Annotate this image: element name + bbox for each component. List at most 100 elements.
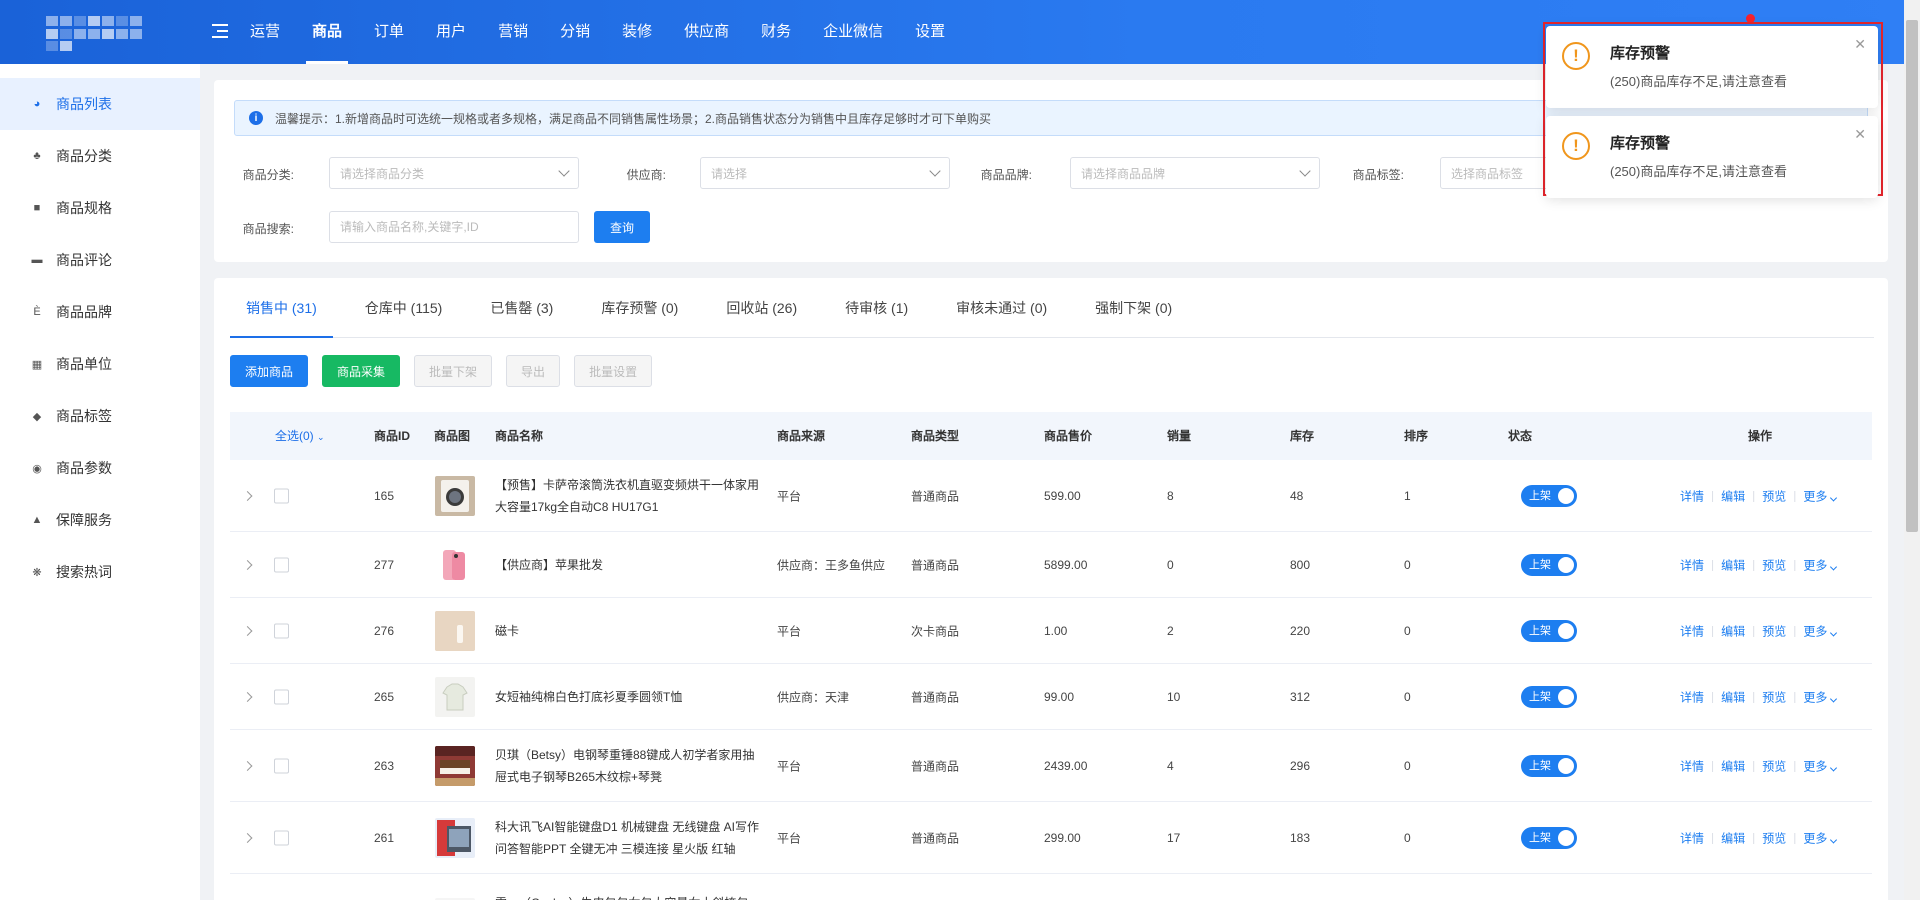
more-dropdown[interactable]: 更多	[1803, 556, 1838, 573]
sidebar-item[interactable]: ■ 商品规格	[0, 182, 200, 234]
row-checkbox[interactable]	[274, 488, 289, 503]
preview-link[interactable]: 预览	[1762, 622, 1786, 639]
more-dropdown[interactable]: 更多	[1803, 829, 1838, 846]
edit-link[interactable]: 编辑	[1721, 487, 1745, 504]
expand-row-icon[interactable]	[242, 691, 253, 702]
edit-link[interactable]: 编辑	[1721, 556, 1745, 573]
row-checkbox[interactable]	[274, 623, 289, 638]
status-toggle[interactable]: 上架	[1521, 553, 1577, 576]
query-button[interactable]: 查询	[594, 211, 650, 243]
batch-settings-button[interactable]: 批量设置	[574, 355, 653, 387]
row-checkbox[interactable]	[274, 830, 289, 845]
product-price: 99.00	[1044, 689, 1075, 704]
stock-warning-notification[interactable]: ! 库存预警 (250)商品库存不足,请注意查看 ✕	[1546, 26, 1878, 108]
topnav-item[interactable]: 企业微信	[823, 0, 899, 64]
collect-product-button[interactable]: 商品采集	[322, 355, 401, 387]
expand-row-icon[interactable]	[242, 625, 253, 636]
more-dropdown[interactable]: 更多	[1803, 757, 1838, 774]
sidebar-item[interactable]: ◕ 商品列表	[0, 78, 200, 130]
sidebar-item[interactable]: ◆ 商品标签	[0, 390, 200, 442]
sidebar-item[interactable]: Ѐ 商品品牌	[0, 286, 200, 338]
edit-link[interactable]: 编辑	[1721, 688, 1745, 705]
batch-off-shelf-button[interactable]: 批量下架	[414, 355, 493, 387]
status-toggle[interactable]: 上架	[1521, 826, 1577, 849]
status-tab[interactable]: 待审核 (1)	[829, 278, 924, 337]
topnav-item[interactable]: 用户	[436, 0, 482, 64]
sidebar-item[interactable]: ◉ 商品参数	[0, 442, 200, 494]
status-toggle[interactable]: 上架	[1521, 685, 1577, 708]
table-row[interactable]: 雪一（Cooles）牛皮包包女包大容量女士斜挎包	[230, 874, 1872, 900]
topnav-item[interactable]: 运营	[250, 0, 296, 64]
topnav-item[interactable]: 商品	[306, 0, 358, 64]
preview-link[interactable]: 预览	[1762, 829, 1786, 846]
select-all-dropdown[interactable]: 全选(0) ⌄	[275, 412, 325, 461]
close-icon[interactable]: ✕	[1854, 36, 1866, 53]
status-tab[interactable]: 销售中 (31)	[230, 278, 333, 338]
sidebar-item[interactable]: ▬ 商品评论	[0, 234, 200, 286]
edit-link[interactable]: 编辑	[1721, 829, 1745, 846]
detail-link[interactable]: 详情	[1680, 556, 1704, 573]
status-tab[interactable]: 仓库中 (115)	[349, 278, 459, 337]
edit-link[interactable]: 编辑	[1721, 757, 1745, 774]
topnav-item[interactable]: 装修	[622, 0, 668, 64]
page-scrollbar-thumb[interactable]	[1906, 20, 1918, 532]
topnav-item[interactable]: 分销	[560, 0, 606, 64]
edit-link[interactable]: 编辑	[1721, 622, 1745, 639]
table-row[interactable]: 261 科大讯飞AI智能键盘D1 机械键盘 无线键盘 AI写作 问答智能PPT 全…	[230, 802, 1872, 874]
topnav-item[interactable]: 财务	[761, 0, 807, 64]
more-dropdown[interactable]: 更多	[1803, 487, 1838, 504]
sidebar-item[interactable]: ▲ 保障服务	[0, 494, 200, 546]
more-dropdown[interactable]: 更多	[1803, 622, 1838, 639]
search-input[interactable]	[329, 211, 579, 243]
brand-logo[interactable]	[46, 16, 150, 52]
row-checkbox[interactable]	[274, 557, 289, 572]
divider: |	[1752, 557, 1756, 572]
sidebar-item[interactable]: ▦ 商品单位	[0, 338, 200, 390]
stock-warning-notification[interactable]: ! 库存预警 (250)商品库存不足,请注意查看 ✕	[1546, 116, 1878, 198]
expand-row-icon[interactable]	[242, 490, 253, 501]
export-button[interactable]: 导出	[506, 355, 561, 387]
expand-row-icon[interactable]	[242, 832, 253, 843]
topnav-item[interactable]: 设置	[915, 0, 961, 64]
add-product-button[interactable]: 添加商品	[230, 355, 309, 387]
expand-row-icon[interactable]	[242, 559, 253, 570]
header-source: 商品来源	[777, 429, 826, 443]
status-tab[interactable]: 审核未通过 (0)	[940, 278, 1063, 337]
sidebar-item[interactable]: ❋ 搜索热词	[0, 546, 200, 598]
table-row[interactable]: 276 磁卡 平台 次卡商品 1.00 2 220 0 上架 详情 | 编辑 | 预览 | 更多	[230, 598, 1872, 664]
table-row[interactable]: 263 贝琪（Betsy）电钢琴重锤88键成人初学者家用抽屉式电子钢琴B265木纹…	[230, 730, 1872, 802]
status-tab[interactable]: 回收站 (26)	[710, 278, 813, 337]
table-row[interactable]: 165 【预售】卡萨帝滚筒洗衣机直驱变频烘干一体家用大容量17kg全自动C8 HU…	[230, 460, 1872, 532]
close-icon[interactable]: ✕	[1854, 126, 1866, 143]
status-tab[interactable]: 库存预警 (0)	[585, 278, 694, 337]
topnav-item[interactable]: 供应商	[684, 0, 745, 64]
status-toggle[interactable]: 上架	[1521, 484, 1577, 507]
preview-link[interactable]: 预览	[1762, 757, 1786, 774]
sidebar-item[interactable]: ♣ 商品分类	[0, 130, 200, 182]
status-toggle[interactable]: 上架	[1521, 754, 1577, 777]
more-dropdown[interactable]: 更多	[1803, 688, 1838, 705]
row-checkbox[interactable]	[274, 758, 289, 773]
detail-link[interactable]: 详情	[1680, 688, 1704, 705]
table-row[interactable]: 265 女短袖纯棉白色打底衫夏季圆领T恤 供应商：天津 普通商品 99.00 10 312 0…	[230, 664, 1872, 730]
status-tab[interactable]: 强制下架 (0)	[1079, 278, 1188, 337]
detail-link[interactable]: 详情	[1680, 487, 1704, 504]
preview-link[interactable]: 预览	[1762, 487, 1786, 504]
detail-link[interactable]: 详情	[1680, 829, 1704, 846]
status-tab[interactable]: 已售罄 (3)	[474, 278, 569, 337]
row-checkbox[interactable]	[274, 689, 289, 704]
table-row[interactable]: 277 【供应商】苹果批发 供应商：王多鱼供应 普通商品 5899.00 0 800 0 上架 详…	[230, 532, 1872, 598]
status-toggle[interactable]: 上架	[1521, 619, 1577, 642]
menu-collapse-icon[interactable]	[212, 24, 228, 38]
preview-link[interactable]: 预览	[1762, 556, 1786, 573]
expand-row-icon[interactable]	[242, 760, 253, 771]
category-select[interactable]: 请选择商品分类	[329, 157, 579, 189]
topnav-item[interactable]: 营销	[498, 0, 544, 64]
row-operations: 详情 | 编辑 | 预览 | 更多	[1680, 622, 1838, 639]
detail-link[interactable]: 详情	[1680, 757, 1704, 774]
brand-select[interactable]: 请选择商品品牌	[1070, 157, 1320, 189]
preview-link[interactable]: 预览	[1762, 688, 1786, 705]
topnav-item[interactable]: 订单	[374, 0, 420, 64]
detail-link[interactable]: 详情	[1680, 622, 1704, 639]
supplier-select[interactable]: 请选择	[700, 157, 950, 189]
